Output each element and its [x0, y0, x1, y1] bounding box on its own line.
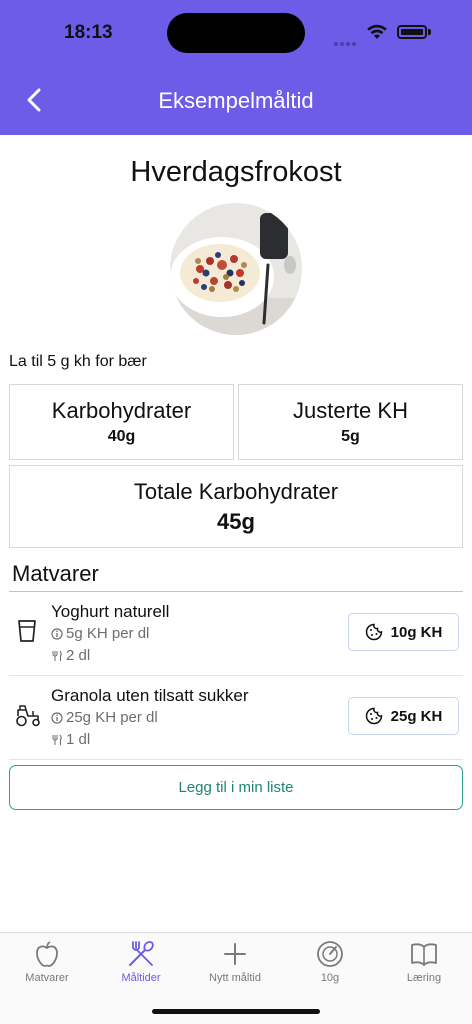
adjusted-value: 5g [341, 428, 360, 445]
plus-icon [224, 943, 246, 965]
signal-icon [334, 33, 360, 46]
total-label: Totale Karbohydrater [133, 479, 339, 504]
wifi-icon [367, 24, 387, 39]
tab-label: Måltider [121, 972, 161, 984]
add-to-list-button[interactable]: Legg til i min liste [9, 765, 463, 810]
home-indicator [152, 1009, 320, 1014]
apple-icon [36, 941, 58, 967]
status-time: 18:13 [64, 22, 113, 43]
battery-tip [428, 29, 431, 35]
food-carb-rate: 5g KH per dl [51, 625, 149, 642]
tab-label: Matvarer [25, 972, 69, 984]
gauge-icon [317, 941, 343, 967]
tab-laering[interactable]: Læring [377, 939, 471, 993]
fork-knife-icon [52, 650, 62, 661]
navigation-bar: Eksempelmåltid [0, 64, 472, 135]
nav-title: Eksempelmåltid [158, 88, 314, 113]
food-carb-rate: 25g KH per dl [51, 709, 158, 726]
book-icon [411, 943, 437, 966]
carbs-card: Karbohydrater 40g [9, 384, 234, 460]
carb-amount-button[interactable]: 25g KH [348, 697, 459, 735]
food-carb-rate-text: 25g KH per dl [66, 709, 158, 726]
food-amount: 2 dl [51, 647, 90, 664]
status-bar: 18:13 [0, 0, 472, 64]
tab-maltider[interactable]: Måltider [94, 939, 188, 993]
info-icon [51, 627, 63, 640]
meal-photo [170, 203, 302, 335]
food-name: Yoghurt naturell [51, 602, 170, 621]
total-value: 45g [217, 509, 255, 534]
food-amount: 1 dl [51, 731, 90, 748]
utensils-icon [129, 941, 154, 966]
carb-amount-value: 25g KH [390, 707, 443, 725]
carbs-label: Karbohydrater [51, 398, 192, 423]
foods-section-title: Matvarer [12, 561, 99, 586]
carb-amount-button[interactable]: 10g KH [348, 613, 459, 651]
total-carbs-card: Totale Karbohydrater 45g [9, 465, 463, 548]
cookie-icon [365, 623, 382, 641]
adjustment-note: La til 5 g kh for bær [9, 353, 147, 370]
fork-knife-icon [52, 734, 62, 745]
tab-label: Læring [406, 972, 442, 984]
food-item: Granola uten tilsatt sukker 25g KH per d… [9, 676, 463, 760]
meal-title: Hverdagsfrokost [130, 156, 342, 188]
food-amount-text: 1 dl [66, 731, 91, 748]
carb-amount-value: 10g KH [390, 623, 443, 641]
adjusted-carbs-card: Justerte KH 5g [238, 384, 463, 460]
info-icon [51, 711, 63, 724]
tab-label: 10g [320, 972, 340, 984]
carbs-value: 40g [107, 428, 136, 445]
food-name: Granola uten tilsatt sukker [51, 686, 249, 705]
glass-icon [18, 620, 36, 642]
tab-10g[interactable]: 10g [283, 939, 377, 993]
food-carb-rate-text: 5g KH per dl [66, 625, 150, 642]
tab-label: Nytt måltid [209, 972, 261, 984]
adjusted-label: Justerte KH [293, 398, 408, 423]
dynamic-island [167, 13, 305, 53]
food-item: Yoghurt naturell 5g KH per dl 2 dl 10g K… [9, 592, 463, 676]
battery-icon [397, 25, 427, 39]
cookie-icon [365, 707, 382, 725]
tractor-icon [16, 705, 40, 727]
tab-nytt-maltid[interactable]: Nytt måltid [188, 939, 282, 993]
food-amount-text: 2 dl [66, 647, 91, 664]
tab-matvarer[interactable]: Matvarer [0, 939, 94, 993]
